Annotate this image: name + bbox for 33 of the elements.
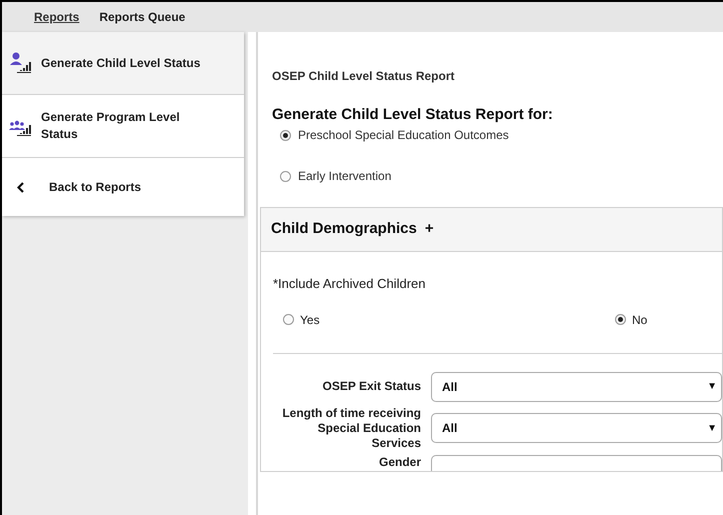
dropdown[interactable]: All ▼ — [431, 372, 722, 402]
nav-tab[interactable]: Reports Queue — [99, 8, 186, 26]
radio-label: Early Intervention — [298, 168, 392, 185]
sidebar-label: Generate Child Level Status — [41, 54, 201, 72]
radio-button[interactable] — [280, 170, 291, 182]
radio-label: Yes — [300, 312, 320, 328]
report-title: OSEP Child Level Status Report — [272, 68, 456, 84]
person-chart-icon — [9, 52, 33, 74]
section-title: Child Demographics — [271, 219, 417, 240]
field-label: Length of time receiving Special Education Services — [281, 406, 421, 450]
dropdown-value: All — [442, 378, 458, 396]
dropdown[interactable]: All ▼ — [431, 413, 722, 443]
sidebar-label: Generate Program Level Status — [41, 109, 181, 143]
radio-button[interactable] — [280, 130, 291, 140]
chevron-left-icon — [17, 182, 24, 192]
nav-tab[interactable]: Reports — [34, 8, 80, 26]
expand-toggle[interactable]: + — [424, 218, 434, 241]
sidebar-item[interactable]: Generate Program Level Status — [2, 95, 244, 158]
radio-label: No — [632, 312, 648, 328]
sidebar-label: Back to Reports — [49, 178, 142, 196]
radio-button[interactable] — [283, 314, 294, 325]
sidebar-item[interactable]: Generate Child Level Status — [2, 32, 244, 95]
field-label: OSEP Exit Status — [322, 379, 421, 394]
dropdown-arrow-icon: ▼ — [707, 420, 717, 436]
section-heading: Generate Child Level Status Report for: — [272, 106, 554, 124]
field-label: *Include Archived Children — [273, 275, 426, 293]
radio-button[interactable] — [615, 314, 626, 325]
field-label: Gender — [378, 455, 421, 470]
dropdown[interactable] — [431, 454, 722, 470]
dropdown-arrow-icon: ▼ — [707, 379, 717, 394]
radio-label: Preschool Special Education Outcomes — [298, 127, 509, 144]
dropdown-value: All — [442, 420, 458, 437]
sidebar-item[interactable]: Back to Reports — [2, 158, 244, 216]
